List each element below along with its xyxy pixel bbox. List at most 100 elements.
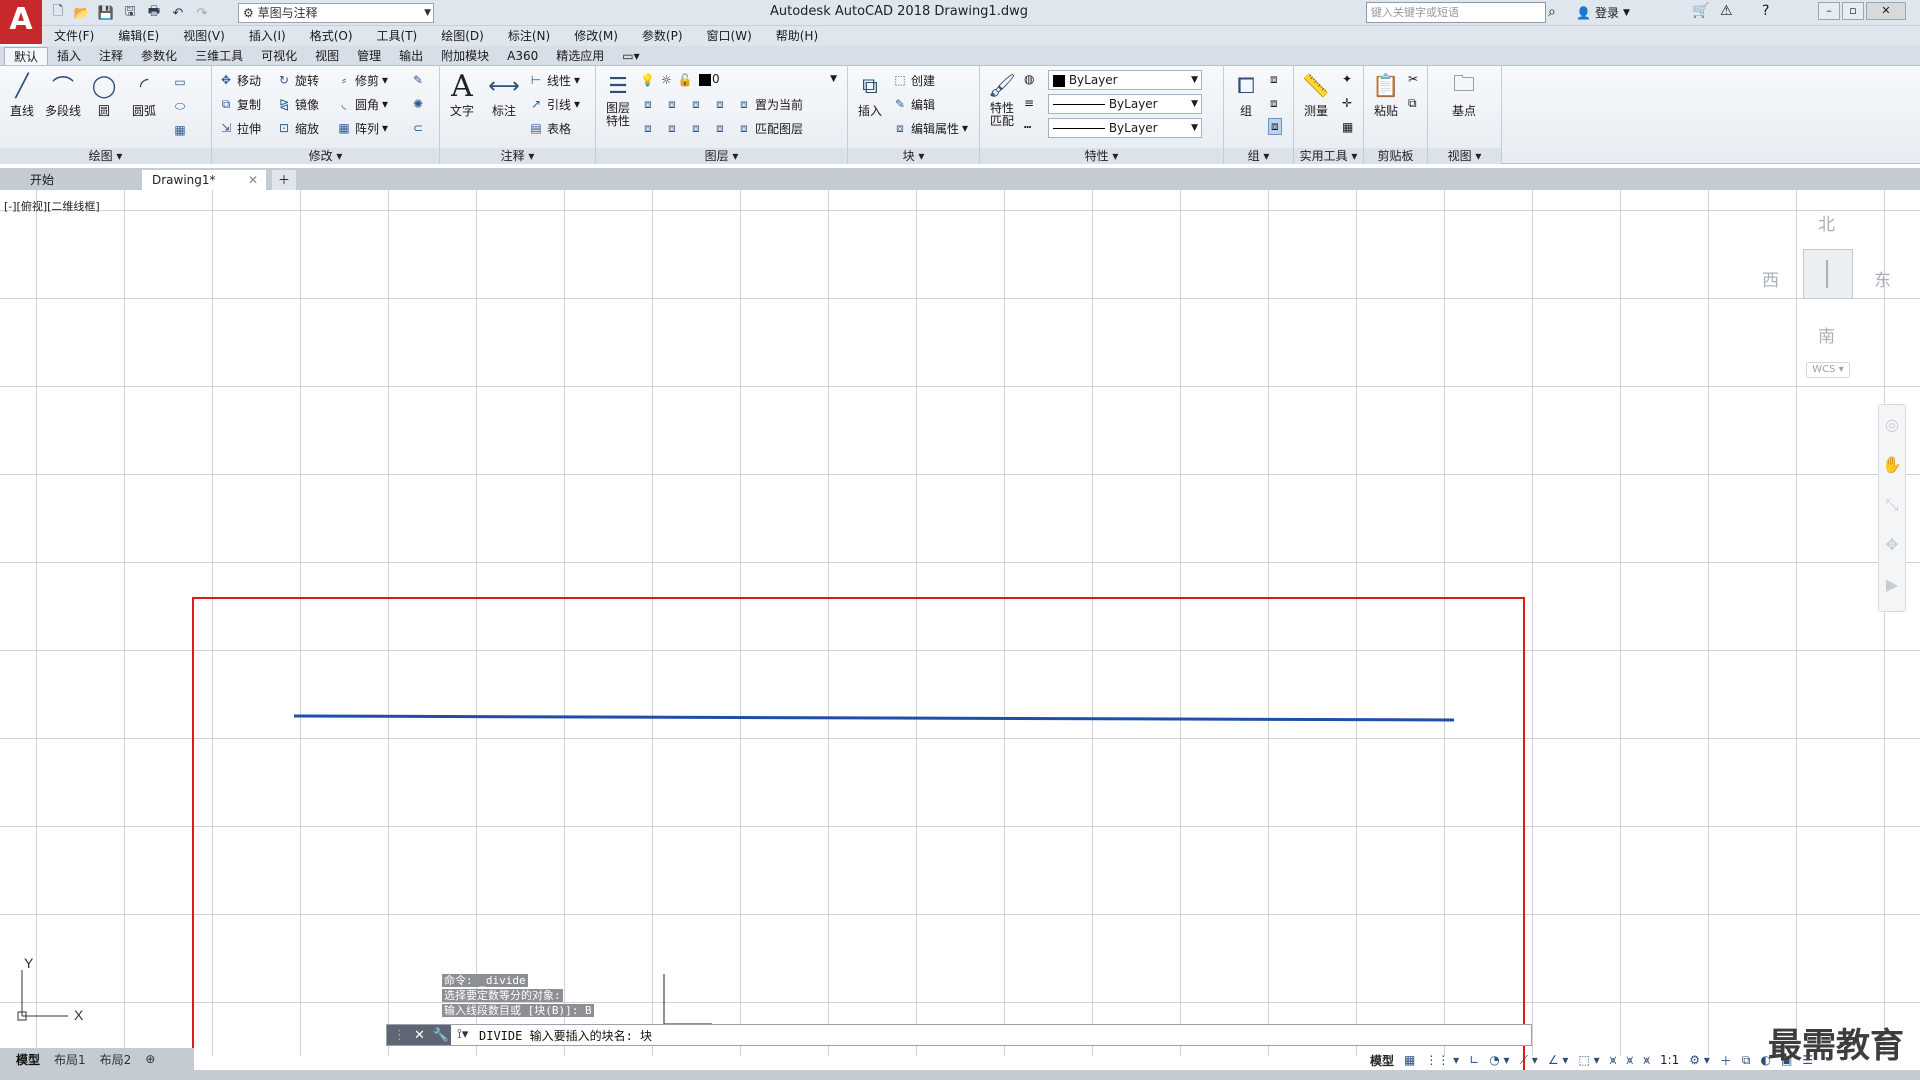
lock-icon[interactable]: 🔓 [678,73,693,87]
point-icon[interactable]: ✛ [1342,96,1352,110]
viewcube-north[interactable]: 北 [1818,210,1835,235]
workspace-gear-icon[interactable]: ⚙ ▾ [1689,1053,1710,1067]
viewcube-west[interactable]: 西 [1762,266,1779,291]
polyline-tool-button[interactable]: ⌒ 多段线 [42,70,84,119]
menu-tools[interactable]: 工具(T) [365,26,430,46]
tab-layout2[interactable]: 布局2 [100,1051,132,1068]
drawing-area[interactable]: [-][俯视][二维线框] 北 西 东 南 WCS ▾ ◎ ✋ ⤡ ✥ ▶ Y … [0,190,1920,1056]
menu-view[interactable]: 视图(V) [171,26,237,46]
layer-lock-icon[interactable]: ⧈ [712,96,728,112]
tab-visualize[interactable]: 可视化 [252,47,306,65]
save-as-icon[interactable]: 🖫 [120,3,140,23]
add-layout-icon[interactable]: ⊕ [145,1052,155,1066]
panel-properties-footer[interactable]: 特性 ▾ [980,148,1223,164]
sun-icon[interactable]: ☼ [661,73,672,87]
layer-unisolate-icon[interactable]: ⧈ [664,120,680,136]
menu-window[interactable]: 窗口(W) [695,26,764,46]
minimize-button[interactable]: – [1818,2,1840,20]
group-select-icon[interactable]: ⧈ [1268,118,1282,135]
panel-clipboard-footer[interactable]: 剪贴板 [1364,148,1427,164]
layer-thaw-icon[interactable]: ⧈ [688,120,704,136]
circle-tool-button[interactable]: ◯ 圆 [84,70,124,119]
copy-clip-icon[interactable]: ⧉ [1408,96,1417,111]
insert-block-button[interactable]: ⧉ 插入 [850,70,890,119]
ortho-icon[interactable]: ∟ [1469,1053,1479,1067]
tab-parametric[interactable]: 参数化 [132,47,186,65]
help-icon[interactable]: ? [1762,3,1769,19]
layer-on-icon[interactable]: ⧈ [640,120,656,136]
menu-modify[interactable]: 修改(M) [562,26,630,46]
maximize-button[interactable]: ▫ [1842,2,1864,20]
hatch-tool[interactable]: ⬭ [172,96,188,116]
menu-dimension[interactable]: 标注(N) [496,26,562,46]
linear-dim-button[interactable]: ⊢ 线性 ▾ [528,70,580,90]
group-edit-icon[interactable]: ⧈ [1270,96,1278,111]
mirror-button[interactable]: ⧎ 镜像 [276,94,319,114]
command-line[interactable]: ⋮ ✕ 🔧 ⟟▾ DIVIDE 输入要插入的块名: 块 [386,1024,1532,1046]
create-block-button[interactable]: ⬚ 创建 [892,70,935,90]
tab-3d-tools[interactable]: 三维工具 [186,47,252,65]
scale-dropdown[interactable]: 1:1 [1660,1053,1679,1067]
snap-icon[interactable]: ⋮⋮ ▾ [1425,1053,1459,1067]
new-tab-button[interactable]: ＋ [272,170,297,190]
layer-unlock-icon[interactable]: ⧈ [712,120,728,136]
command-input[interactable]: DIVIDE 输入要插入的块名: 块 [479,1027,652,1044]
edit-block-button[interactable]: ✎ 编辑 [892,94,935,114]
new-file-icon[interactable]: 🗋 [48,3,68,23]
tab-layout1[interactable]: 布局1 [54,1051,86,1068]
copy-button[interactable]: ⧉ 复制 [218,94,261,114]
color-dropdown[interactable]: ByLayer ▼ [1048,70,1202,90]
linetype-dropdown[interactable]: ByLayer ▼ [1048,94,1202,114]
tab-drawing1[interactable]: Drawing1* ✕ [142,170,266,190]
text-tool-button[interactable]: A 文字 [442,69,482,119]
ribbon-options-icon[interactable]: ▭▾ [613,47,648,65]
save-icon[interactable]: 💾 [96,3,116,23]
exchange-icon[interactable]: ⚠ [1720,3,1733,19]
tab-output[interactable]: 输出 [390,47,432,65]
cut-icon[interactable]: ✂ [1408,72,1418,86]
viewcube-south[interactable]: 南 [1818,322,1835,347]
open-file-icon[interactable]: 📂 [72,3,92,23]
tab-home[interactable]: 默认 [4,47,49,65]
annotation-scale-icon[interactable]: ⩙ [1643,1053,1650,1068]
tab-a360[interactable]: A360 [498,47,547,65]
model-space-button[interactable]: 模型 [1370,1052,1394,1069]
menu-file[interactable]: 文件(F) [42,26,106,46]
leader-button[interactable]: ↗ 引线 ▾ [528,94,580,114]
plus-icon[interactable]: ＋ [1720,1052,1732,1069]
panel-draw-footer[interactable]: 绘图 ▾ [0,148,211,164]
grid-icon[interactable]: ▦ [1404,1053,1415,1067]
base-point-button[interactable]: 🗀 基点 [1444,70,1484,119]
tab-view[interactable]: 视图 [306,47,348,65]
iso-icon[interactable]: ⬚ ▾ [1578,1053,1599,1067]
undo-icon[interactable]: ↶ [168,3,188,23]
tab-manage[interactable]: 管理 [348,47,390,65]
layer-freeze-icon[interactable]: ⧈ [688,96,704,112]
scale-button[interactable]: ⊡ 缩放 [276,118,319,138]
pan-icon[interactable]: ✋ [1879,445,1905,485]
cart-icon[interactable]: 🛒 [1692,3,1709,19]
binoculars-icon[interactable]: ⌕ [1548,4,1556,20]
layer-properties-button[interactable]: ☰ 图层 特性 [598,70,638,128]
close-icon[interactable]: ✕ [414,1028,425,1043]
tab-start[interactable]: 开始 [20,170,64,190]
print-icon[interactable]: 🖶 [144,3,164,23]
tab-insert[interactable]: 插入 [48,47,90,65]
menu-parametric[interactable]: 参数(P) [630,26,695,46]
set-current-button[interactable]: ⧈ 置为当前 [736,94,803,114]
osnap-icon[interactable]: ⟋ ▾ [1520,1053,1538,1068]
array-button[interactable]: ▦ 阵列 ▾ [336,118,388,138]
search-input[interactable]: 键入关键字或短语 [1366,2,1546,23]
match-layer-button[interactable]: ⧈ 匹配图层 [736,118,803,138]
otrack-icon[interactable]: ∠ ▾ [1548,1053,1569,1067]
wrench-icon[interactable]: 🔧 [433,1028,449,1043]
close-button[interactable]: ✕ [1866,2,1906,20]
panel-annotation-footer[interactable]: 注释 ▾ [440,148,595,164]
layer-isolate-icon[interactable]: ⧈ [664,96,680,112]
measure-button[interactable]: 📏 测量 [1296,70,1336,119]
quick-select-icon[interactable]: ✦ [1342,72,1352,86]
match-properties-button[interactable]: 🖌 特性 匹配 [982,70,1022,128]
rotate-button[interactable]: ↻ 旋转 [276,70,319,90]
redo-icon[interactable]: ↷ [192,3,212,23]
rectangle-tool[interactable]: ▭ [172,72,188,92]
